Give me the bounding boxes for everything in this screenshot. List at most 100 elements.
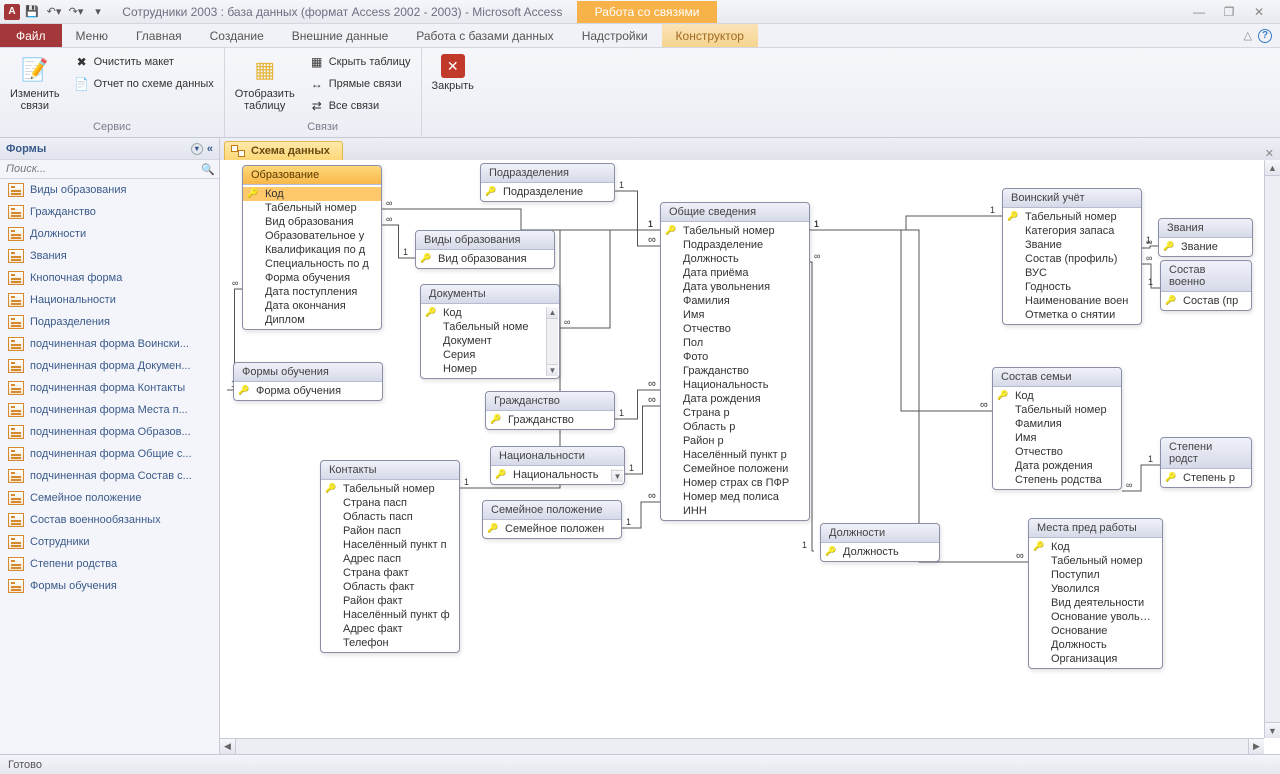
table-field[interactable]: Звание: [1159, 240, 1252, 254]
table-field[interactable]: Дата рождения: [993, 459, 1121, 473]
qat-undo-icon[interactable]: ↶▾: [44, 2, 64, 22]
table-field[interactable]: Степень р: [1161, 471, 1251, 485]
tab-create[interactable]: Создание: [196, 24, 278, 47]
table-field[interactable]: Отметка о снятии: [1003, 308, 1141, 322]
table-obrazovanie[interactable]: ОбразованиеКодТабельный номерВид образов…: [242, 165, 382, 330]
table-field[interactable]: Дата поступления: [243, 285, 381, 299]
table-field[interactable]: Страна р: [661, 406, 809, 420]
table-title[interactable]: Звания: [1159, 219, 1252, 238]
close-button[interactable]: ✕ Закрыть: [428, 52, 478, 94]
table-field[interactable]: Форма обучения: [243, 271, 381, 285]
table-title[interactable]: Степени родст: [1161, 438, 1251, 469]
table-field[interactable]: Организация: [1029, 652, 1162, 666]
tab-home[interactable]: Главная: [122, 24, 196, 47]
table-natsionalnosti[interactable]: НациональностиНациональность▲▼: [490, 446, 625, 485]
nav-list[interactable]: Виды образованияГражданствоДолжностиЗван…: [0, 179, 219, 754]
table-field[interactable]: Фамилия: [661, 294, 809, 308]
qat-customize-icon[interactable]: ▾: [88, 2, 108, 22]
relation-report-button[interactable]: 📄 Отчет по схеме данных: [70, 74, 218, 94]
table-field[interactable]: Табельный номе: [421, 320, 559, 334]
table-field[interactable]: Годность: [1003, 280, 1141, 294]
table-field[interactable]: Гражданство: [661, 364, 809, 378]
table-field[interactable]: Вид деятельности: [1029, 596, 1162, 610]
table-field[interactable]: Табельный номер: [1029, 554, 1162, 568]
table-field[interactable]: Код: [243, 187, 381, 201]
tab-database-tools[interactable]: Работа с базами данных: [402, 24, 567, 47]
table-field[interactable]: Дата приёма: [661, 266, 809, 280]
table-field[interactable]: Состав (профиль): [1003, 252, 1141, 266]
nav-item[interactable]: Подразделения: [0, 311, 219, 333]
edit-relations-button[interactable]: 📝 Изменить связи: [6, 52, 64, 114]
table-field[interactable]: Специальность по д: [243, 257, 381, 271]
nav-header[interactable]: Формы ▾ «: [0, 138, 219, 160]
table-field[interactable]: Должность: [661, 252, 809, 266]
table-field[interactable]: Документ: [421, 334, 559, 348]
table-field[interactable]: Район р: [661, 434, 809, 448]
table-field[interactable]: Вид образования: [243, 215, 381, 229]
table-field[interactable]: Район пасп: [321, 524, 459, 538]
table-field[interactable]: Фамилия: [993, 417, 1121, 431]
tab-design[interactable]: Конструктор: [662, 24, 758, 47]
table-field[interactable]: Код: [993, 389, 1121, 403]
table-field[interactable]: Форма обучения: [234, 384, 382, 398]
table-field[interactable]: Телефон: [321, 636, 459, 650]
nav-item[interactable]: подчиненная форма Воински...: [0, 333, 219, 355]
table-field[interactable]: Семейное положен: [483, 522, 621, 536]
minimize-ribbon-icon[interactable]: △: [1244, 29, 1252, 42]
nav-item[interactable]: Состав военнообязанных: [0, 509, 219, 531]
close-window-button[interactable]: ✕: [1246, 3, 1272, 21]
table-kontakty[interactable]: КонтактыТабельный номерСтрана паспОбласт…: [320, 460, 460, 653]
table-field[interactable]: Район факт: [321, 594, 459, 608]
tab-external-data[interactable]: Внешние данные: [278, 24, 403, 47]
scroll-up-icon[interactable]: ▲: [1265, 160, 1280, 176]
table-field[interactable]: Диплом: [243, 313, 381, 327]
table-zvaniya[interactable]: Звания Звание: [1158, 218, 1253, 257]
table-field[interactable]: Пол: [661, 336, 809, 350]
table-field[interactable]: Табельный номер: [321, 482, 459, 496]
nav-search[interactable]: 🔍: [0, 160, 219, 179]
table-field[interactable]: Образовательное у: [243, 229, 381, 243]
table-field[interactable]: Национальность: [491, 468, 624, 482]
table-title[interactable]: Национальности: [491, 447, 624, 466]
table-field[interactable]: Гражданство: [486, 413, 614, 427]
table-title[interactable]: Состав семьи: [993, 368, 1121, 387]
table-field[interactable]: Дата окончания: [243, 299, 381, 313]
qat-save-icon[interactable]: 💾: [22, 2, 42, 22]
table-title[interactable]: Семейное положение: [483, 501, 621, 520]
show-table-button[interactable]: ▦ Отобразить таблицу: [231, 52, 299, 114]
table-field[interactable]: ВУС: [1003, 266, 1141, 280]
table-title[interactable]: Образование: [243, 166, 381, 185]
table-field[interactable]: Степень родства: [993, 473, 1121, 487]
table-field[interactable]: Номер: [421, 362, 559, 376]
table-field[interactable]: Населённый пункт п: [321, 538, 459, 552]
document-tab-schema[interactable]: Схема данных: [224, 141, 343, 160]
table-field[interactable]: ИНН: [661, 504, 809, 518]
table-mesta_pred[interactable]: Места пред работыКодТабельный номерПосту…: [1028, 518, 1163, 669]
table-field[interactable]: Вид образования: [416, 252, 554, 266]
table-stepeni[interactable]: Степени родст Степень р: [1160, 437, 1252, 488]
table-field[interactable]: Отчество: [993, 445, 1121, 459]
table-field[interactable]: Национальность: [661, 378, 809, 392]
table-field[interactable]: Подразделение: [661, 238, 809, 252]
table-field[interactable]: Табельный номер: [661, 224, 809, 238]
table-field[interactable]: Номер мед полиса: [661, 490, 809, 504]
table-vidy_obr[interactable]: Виды образованияВид образования: [415, 230, 555, 269]
nav-item[interactable]: Виды образования: [0, 179, 219, 201]
table-field[interactable]: Поступил: [1029, 568, 1162, 582]
minimize-button[interactable]: ―: [1186, 3, 1212, 21]
table-field[interactable]: Дата рождения: [661, 392, 809, 406]
nav-item[interactable]: подчиненная форма Образов...: [0, 421, 219, 443]
table-field[interactable]: Табельный номер: [1003, 210, 1141, 224]
nav-item[interactable]: подчиненная форма Общие с...: [0, 443, 219, 465]
table-field[interactable]: Имя: [661, 308, 809, 322]
table-field[interactable]: Код: [421, 306, 559, 320]
table-field[interactable]: Основание увольнен: [1029, 610, 1162, 624]
table-title[interactable]: Должности: [821, 524, 939, 543]
canvas-vscrollbar[interactable]: ▲ ▼: [1264, 160, 1280, 738]
table-field[interactable]: Семейное положени: [661, 462, 809, 476]
table-field[interactable]: Должность: [1029, 638, 1162, 652]
table-sem_polozh[interactable]: Семейное положение Семейное положен: [482, 500, 622, 539]
nav-item[interactable]: подчиненная форма Докумен...: [0, 355, 219, 377]
table-podrazdeleniya[interactable]: ПодразделенияПодразделение: [480, 163, 615, 202]
search-icon[interactable]: 🔍: [201, 163, 215, 176]
